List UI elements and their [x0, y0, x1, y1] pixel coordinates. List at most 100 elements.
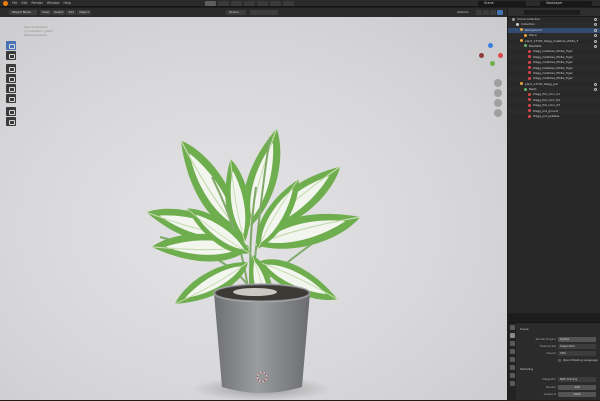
outliner-item-label: Zlagg_Calathea_White_Tiger	[533, 65, 573, 70]
menu-object[interactable]: Object	[77, 10, 91, 15]
top-menubar: File Edit Render Window Help Scene ViewL…	[0, 0, 600, 7]
device-dropdown[interactable]: CPU	[558, 351, 596, 356]
sampling-panel-header[interactable]: Sampling	[518, 367, 598, 372]
outliner-panel: Scene Collection Collection Background Plan…	[508, 8, 600, 313]
visibility-eye-icon[interactable]	[594, 34, 597, 38]
integrator-dropdown[interactable]: Path Tracing	[558, 377, 596, 382]
outliner-item-icon	[520, 82, 523, 86]
select-box-tool-icon[interactable]	[6, 41, 16, 50]
workspace-tab[interactable]	[257, 1, 268, 6]
scene-tab-icon[interactable]	[509, 357, 515, 362]
mode-dropdown[interactable]: Object Mode	[9, 10, 37, 15]
transform-tool-icon[interactable]	[6, 94, 16, 103]
wireframe-shading-icon[interactable]	[476, 10, 482, 15]
3d-viewport[interactable]: User Perspective (1) Collection | plant …	[0, 17, 507, 400]
visibility-eye-icon[interactable]	[594, 88, 597, 92]
axis-neg-x-icon[interactable]	[479, 53, 484, 58]
pan-icon[interactable]	[494, 89, 502, 97]
workspace-tabs	[205, 1, 294, 6]
viewport-nav-buttons	[494, 79, 502, 119]
axis-x-icon[interactable]	[498, 53, 503, 58]
outliner-row[interactable]: Zlagg_pot_pebbles	[508, 114, 600, 119]
view-layer-selector[interactable]: ViewLayer	[540, 1, 592, 6]
integrator-row: Integrator Path Tracing	[518, 377, 598, 382]
workspace-tab[interactable]	[283, 1, 294, 6]
annotate-tool-icon[interactable]	[6, 107, 16, 116]
rendered-shading-icon[interactable]	[497, 10, 503, 15]
rendered-plant-scene	[142, 124, 365, 400]
workspace-tab[interactable]	[231, 1, 242, 6]
material-shading-icon[interactable]	[490, 10, 496, 15]
move-tool-icon[interactable]	[6, 64, 16, 73]
outliner-item-label: Zlagg_Pot_color_01	[533, 92, 560, 97]
outliner-tree: Scene Collection Collection Background Plan…	[508, 17, 600, 119]
workspace-tab[interactable]	[244, 1, 255, 6]
axis-z-icon[interactable]	[488, 43, 493, 48]
measure-tool-icon[interactable]	[6, 117, 16, 126]
view-layer-tab-icon[interactable]	[509, 349, 515, 354]
properties-tabs	[508, 323, 516, 401]
viewport-samples-field[interactable]: 1024	[558, 392, 596, 397]
outliner-item-label: Zlagg_Calathea_White_Tiger	[533, 54, 573, 59]
menu-edit[interactable]: Edit	[21, 1, 27, 6]
visibility-eye-icon[interactable]	[594, 18, 597, 21]
menu-window[interactable]: Window	[47, 1, 60, 6]
visibility-eye-icon[interactable]	[594, 44, 597, 48]
material-tab-icon[interactable]	[509, 381, 515, 386]
outliner-item-label: Zlagg_pot_pebbles	[533, 114, 560, 119]
outliner-search-input[interactable]	[524, 10, 580, 15]
outliner-item-label: Collection	[521, 22, 535, 27]
navigation-gizmo[interactable]	[478, 43, 504, 69]
menu-add[interactable]: Add	[66, 10, 77, 15]
transform-orientation-dropdown[interactable]: Global	[226, 10, 246, 15]
zoom-icon[interactable]	[494, 79, 502, 87]
device-label: Device	[546, 351, 556, 355]
outliner-header	[508, 8, 600, 17]
workspace-tab[interactable]	[205, 1, 216, 6]
camera-view-icon[interactable]	[494, 99, 502, 107]
render-engine-label: Render Engine	[535, 337, 556, 341]
outliner-item-icon	[528, 60, 531, 64]
rotate-tool-icon[interactable]	[6, 74, 16, 83]
world-tab-icon[interactable]	[509, 365, 515, 370]
visibility-eye-icon[interactable]	[594, 39, 597, 43]
scene-selector[interactable]: Scene	[478, 1, 526, 6]
menu-select[interactable]: Select	[52, 10, 66, 15]
menu-view[interactable]: View	[40, 10, 52, 15]
menu-render[interactable]: Render	[32, 1, 43, 6]
tool-tab-icon[interactable]	[509, 325, 515, 330]
workspace-tab[interactable]	[218, 1, 229, 6]
outliner-item-label: Plane	[529, 33, 537, 38]
render-engine-dropdown[interactable]: Cycles	[558, 337, 596, 342]
osl-checkbox[interactable]	[558, 359, 561, 362]
visibility-eye-icon[interactable]	[594, 23, 597, 27]
options-dropdown[interactable]: Options	[457, 10, 471, 15]
render-samples-field[interactable]: 128	[558, 385, 596, 390]
render-tab-icon[interactable]	[509, 333, 515, 338]
menu-help[interactable]: Help	[63, 1, 70, 6]
solid-shading-icon[interactable]	[483, 10, 489, 15]
osl-label: Open Shading Language	[563, 358, 598, 362]
blender-logo-icon[interactable]	[3, 1, 8, 6]
outliner-item-icon	[528, 55, 531, 59]
outliner-item-label: Zlagg_Calathea_White_Tiger	[533, 49, 573, 54]
visibility-eye-icon[interactable]	[594, 82, 597, 86]
outliner-item-icon	[528, 66, 531, 70]
axis-y-icon[interactable]	[490, 61, 495, 66]
scale-tool-icon[interactable]	[6, 84, 16, 93]
outliner-item-icon	[528, 103, 531, 107]
feature-set-dropdown[interactable]: Supported	[558, 344, 596, 349]
output-tab-icon[interactable]	[509, 341, 515, 346]
cursor-tool-icon[interactable]	[6, 51, 16, 60]
outliner-item-icon	[520, 39, 523, 43]
visibility-eye-icon[interactable]	[594, 28, 597, 32]
snapping-controls[interactable]	[250, 10, 278, 15]
outliner-item-icon	[524, 87, 527, 91]
object-tab-icon[interactable]	[509, 373, 515, 378]
tool-shelf	[6, 41, 16, 127]
workspace-tab[interactable]	[270, 1, 281, 6]
perspective-toggle-icon[interactable]	[494, 109, 502, 117]
menu-file[interactable]: File	[12, 1, 17, 6]
properties-panel: Scene Render Engine Cycles Feature Set S…	[508, 322, 600, 401]
integrator-label: Integrator	[541, 377, 556, 381]
